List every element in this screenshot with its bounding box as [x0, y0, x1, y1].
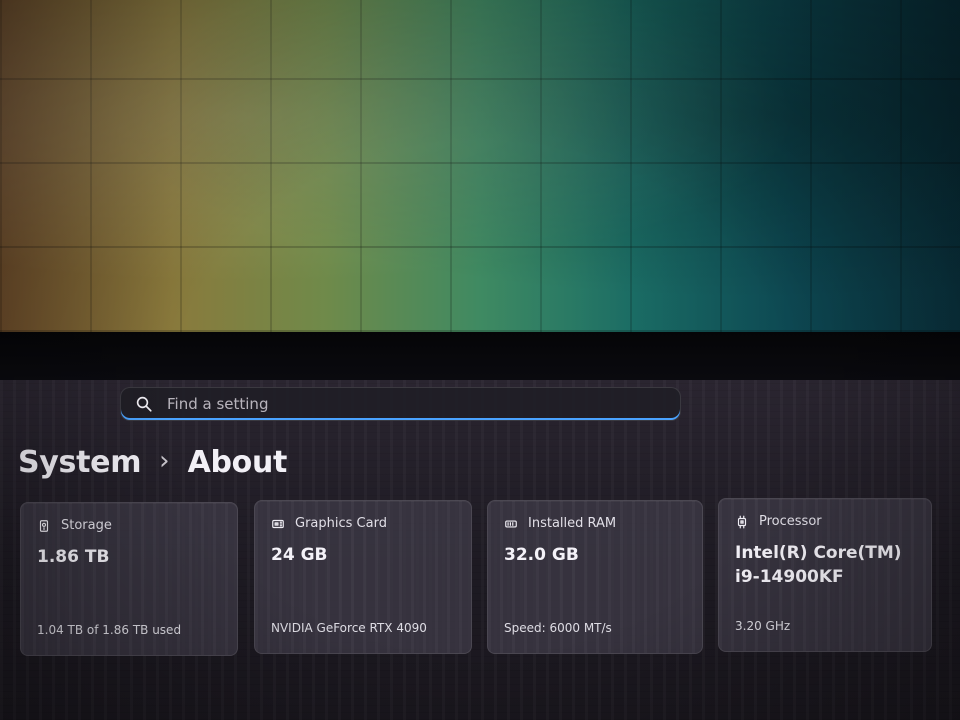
graphics-card-icon	[271, 517, 285, 531]
spec-card-title: Graphics Card	[271, 516, 387, 531]
spec-card-footer: 3.20 GHz	[735, 619, 791, 633]
spec-card-value: 1.86 TB	[37, 547, 110, 567]
processor-icon	[735, 515, 749, 529]
system-specs-cards: Storage 1.86 TB 1.04 TB of 1.86 TB used …	[20, 498, 940, 660]
spec-card-title-text: Graphics Card	[295, 516, 387, 531]
spec-card-installed-ram[interactable]: Installed RAM 32.0 GB Speed: 6000 MT/s	[487, 500, 703, 654]
ram-icon-svg	[505, 520, 517, 527]
search-icon-svg	[136, 396, 152, 412]
spec-card-graphics-card[interactable]: Graphics Card 24 GB NVIDIA GeForce RTX 4…	[254, 500, 472, 654]
spec-card-value: 24 GB	[271, 545, 328, 565]
storage-icon-svg	[39, 519, 49, 532]
spec-card-title: Storage	[37, 518, 112, 533]
desktop-wallpaper	[0, 0, 960, 332]
spec-card-storage[interactable]: Storage 1.86 TB 1.04 TB of 1.86 TB used	[20, 502, 238, 656]
spec-card-title-text: Storage	[61, 518, 112, 533]
ram-icon	[504, 517, 518, 531]
spec-card-title-text: Installed RAM	[528, 516, 617, 531]
settings-search[interactable]	[120, 387, 681, 421]
spec-card-title: Processor	[735, 514, 822, 529]
spec-card-footer: Speed: 6000 MT/s	[504, 621, 612, 635]
breadcrumb: System › About	[18, 440, 287, 484]
monitor-bezel-strip	[0, 332, 960, 380]
spec-card-value: Intel(R) Core(TM) i9-14900KF	[735, 543, 902, 587]
search-icon	[135, 395, 153, 413]
spec-card-footer: NVIDIA GeForce RTX 4090	[271, 621, 427, 635]
spec-card-value: 32.0 GB	[504, 545, 579, 565]
spec-card-footer: 1.04 TB of 1.86 TB used	[37, 623, 182, 637]
breadcrumb-system[interactable]: System	[18, 445, 141, 480]
chevron-right-icon: ›	[159, 446, 170, 476]
spec-card-processor[interactable]: Processor Intel(R) Core(TM) i9-14900KF 3…	[718, 498, 932, 652]
storage-icon	[37, 519, 51, 533]
search-input[interactable]	[165, 387, 666, 421]
spec-card-title-text: Processor	[759, 514, 822, 529]
spec-card-title: Installed RAM	[504, 516, 616, 531]
processor-icon-svg	[737, 515, 747, 528]
photo-of-monitor: System › About Storage 1.86 TB 1.04 TB o…	[0, 0, 960, 720]
breadcrumb-about: About	[187, 444, 288, 480]
graphics-card-icon-svg	[272, 519, 284, 528]
